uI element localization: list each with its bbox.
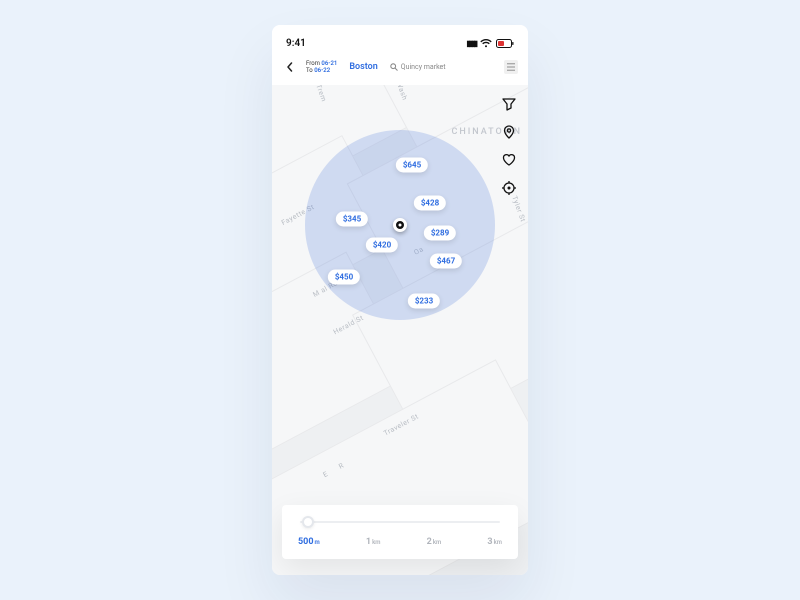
- radius-option[interactable]: 3km: [487, 537, 502, 547]
- radius-slider[interactable]: [300, 521, 500, 523]
- search-icon: [390, 63, 398, 71]
- phone-frame: 9:41 From 06-21 To 06-22 Boston Quincy m…: [272, 25, 528, 575]
- status-bar: 9:41: [272, 25, 528, 53]
- status-time: 9:41: [286, 38, 306, 49]
- price-marker[interactable]: $420: [366, 238, 398, 253]
- price-marker[interactable]: $345: [336, 212, 368, 227]
- favorite-button[interactable]: [500, 151, 518, 169]
- wifi-icon: [480, 39, 492, 48]
- price-marker[interactable]: $428: [414, 196, 446, 211]
- radius-panel: 500m 1km 2km 3km: [282, 505, 518, 559]
- map-controls: [500, 95, 518, 197]
- filter-button[interactable]: [500, 95, 518, 113]
- date-range[interactable]: From 06-21 To 06-22: [302, 60, 341, 74]
- location-pin-button[interactable]: [500, 123, 518, 141]
- radius-option[interactable]: 2km: [427, 537, 442, 547]
- radius-option[interactable]: 1km: [366, 537, 381, 547]
- slider-thumb[interactable]: [302, 516, 314, 528]
- price-marker[interactable]: $467: [430, 254, 462, 269]
- map-canvas[interactable]: Trem Wash CHINATOWN Tyler St Fayette St …: [272, 85, 528, 575]
- price-marker[interactable]: $233: [408, 294, 440, 309]
- price-marker[interactable]: $289: [424, 226, 456, 241]
- cellular-icon: [466, 38, 476, 49]
- price-marker[interactable]: $645: [396, 158, 428, 173]
- back-button[interactable]: [282, 59, 298, 75]
- center-pin[interactable]: [393, 218, 407, 232]
- radius-option[interactable]: 500m: [298, 537, 320, 547]
- status-icons: [466, 38, 514, 49]
- radius-ticks: 500m 1km 2km 3km: [296, 537, 504, 547]
- locate-me-button[interactable]: [500, 179, 518, 197]
- search-input[interactable]: Quincy market: [386, 59, 500, 75]
- search-query: Quincy market: [401, 63, 446, 71]
- search-bar: From 06-21 To 06-22 Boston Quincy market: [272, 53, 528, 85]
- list-view-button[interactable]: [504, 60, 518, 74]
- city-selector[interactable]: Boston: [345, 62, 381, 72]
- price-marker[interactable]: $450: [328, 270, 360, 285]
- battery-icon: [496, 39, 514, 48]
